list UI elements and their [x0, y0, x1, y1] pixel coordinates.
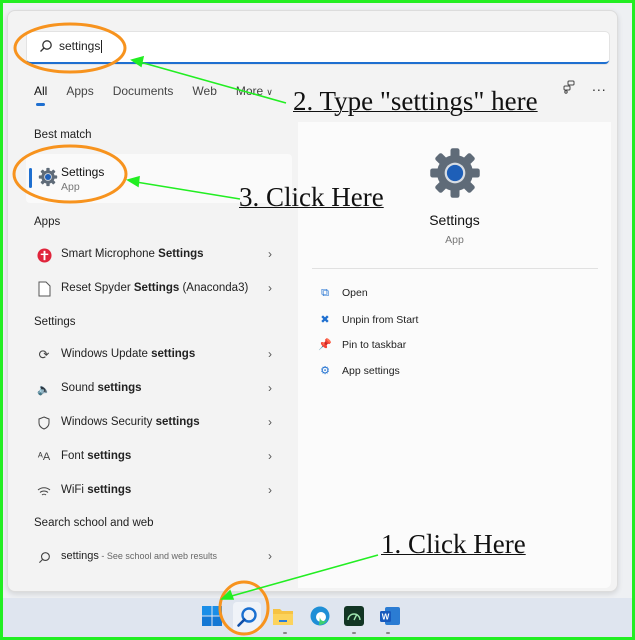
speaker-icon: 🔈 [37, 383, 51, 396]
list-item-wifi[interactable]: WiFi settings › [26, 477, 292, 505]
action-label: App settings [342, 365, 400, 377]
taskbar-file-explorer[interactable] [272, 605, 296, 629]
search-web-heading: Search school and web [34, 517, 154, 529]
list-item-label: Smart Microphone Settings [61, 248, 204, 260]
apps-heading: Apps [34, 216, 61, 228]
wifi-icon [36, 483, 52, 499]
search-box[interactable]: settings [27, 32, 609, 64]
list-item-smart-microphone[interactable]: Smart Microphone Settings › [26, 241, 292, 269]
tab-documents[interactable]: Documents [113, 84, 174, 98]
chevron-down-icon: ∨ [266, 87, 273, 97]
tab-apps[interactable]: Apps [66, 84, 93, 98]
gear-icon: ⚙ [320, 365, 330, 377]
annotation-step-1: 1. Click Here [381, 529, 526, 559]
taskbar: W [3, 598, 632, 637]
tab-more-label: More [235, 84, 264, 98]
list-item-label: Windows Update settings [61, 348, 196, 360]
action-app-settings[interactable]: ⚙ App settings [318, 364, 400, 377]
taskbar-edge[interactable] [309, 605, 333, 629]
list-item-label: settings - See school and web results [61, 550, 217, 562]
taskbar-start[interactable] [201, 605, 225, 629]
chevron-right-icon[interactable]: › [268, 449, 272, 463]
list-item-label: Windows Security settings [61, 416, 200, 428]
action-label: Pin to taskbar [342, 339, 407, 351]
running-indicator [386, 632, 390, 634]
detail-title: Settings [429, 212, 480, 228]
list-item-sound[interactable]: 🔈 Sound settings › [26, 375, 292, 403]
open-external-icon: ⧉ [321, 287, 329, 299]
smart-microphone-icon [36, 247, 52, 263]
list-item-web-search[interactable]: settings - See school and web results › [26, 543, 292, 571]
search-icon [36, 549, 52, 565]
list-item-font[interactable]: ᴬA Font settings › [26, 443, 292, 471]
connected-devices-icon[interactable] [562, 80, 576, 97]
taskbar-speed-app[interactable] [343, 605, 367, 629]
settings-heading: Settings [34, 316, 76, 328]
taskbar-word[interactable]: W [379, 605, 403, 629]
action-pin-to-taskbar[interactable]: 📌 Pin to taskbar [318, 338, 406, 351]
unpin-icon: ✖ [320, 314, 330, 326]
tab-web[interactable]: Web [192, 84, 216, 98]
best-match-heading: Best match [34, 129, 92, 141]
chevron-right-icon[interactable]: › [268, 549, 272, 563]
list-item-label: Sound settings [61, 382, 142, 394]
action-label: Open [342, 287, 368, 299]
search-input[interactable]: settings [59, 39, 103, 54]
more-options-button[interactable]: ... [592, 78, 607, 94]
chevron-right-icon[interactable]: › [268, 381, 272, 395]
folder-icon [273, 609, 293, 625]
document-icon [36, 281, 52, 297]
detail-subtitle: App [445, 234, 464, 246]
chevron-right-icon[interactable]: › [268, 483, 272, 497]
windows-start-icon [202, 606, 222, 626]
action-open[interactable]: ⧉ Open [318, 287, 368, 300]
settings-gear-icon [430, 148, 480, 198]
speedometer-icon [344, 606, 364, 626]
chevron-right-icon[interactable]: › [268, 415, 272, 429]
annotation-step-3: 3. Click Here [239, 182, 384, 212]
settings-gear-icon [38, 167, 58, 187]
chevron-right-icon[interactable]: › [268, 347, 272, 361]
action-label: Unpin from Start [342, 314, 419, 326]
font-icon: ᴬA [37, 451, 51, 463]
pin-icon: 📌 [318, 339, 332, 351]
chevron-right-icon[interactable]: › [268, 247, 272, 261]
running-indicator [352, 632, 356, 634]
edge-browser-icon [310, 606, 330, 626]
tab-all[interactable]: All [34, 84, 47, 106]
list-item-windows-update[interactable]: ⟳ Windows Update settings › [26, 341, 292, 369]
selection-indicator [29, 168, 32, 188]
refresh-icon: ⟳ [38, 347, 50, 362]
list-item-label: Font settings [61, 450, 132, 462]
search-icon [40, 40, 52, 52]
list-item-label: Reset Spyder Settings (Anaconda3) [61, 282, 249, 294]
list-item-label: WiFi settings [61, 484, 132, 496]
action-unpin-from-start[interactable]: ✖ Unpin from Start [318, 313, 418, 326]
shield-icon [36, 415, 52, 431]
filter-tabs: All Apps Documents Web More ∨ [34, 84, 292, 106]
svg-text:W: W [382, 613, 390, 622]
divider [312, 268, 598, 269]
taskbar-search[interactable] [233, 602, 261, 632]
list-item-reset-spyder[interactable]: Reset Spyder Settings (Anaconda3) › [26, 275, 292, 303]
word-icon: W [380, 607, 400, 625]
tab-more[interactable]: More ∨ [236, 84, 273, 98]
best-match-subtitle: App [61, 181, 80, 193]
best-match-title: Settings [61, 165, 105, 179]
running-indicator [283, 632, 287, 634]
annotation-step-2: 2. Type "settings" here [293, 86, 538, 116]
search-icon [237, 607, 257, 627]
chevron-right-icon[interactable]: › [268, 281, 272, 295]
list-item-windows-security[interactable]: Windows Security settings › [26, 409, 292, 437]
